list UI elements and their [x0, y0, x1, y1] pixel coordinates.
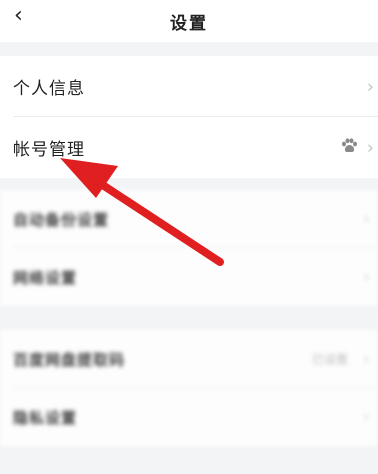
settings-item-account-management[interactable]: 帐号管理 ›	[0, 117, 378, 178]
chevron-right-icon: ›	[362, 348, 370, 370]
settings-item-label: 隐私设置	[13, 408, 78, 427]
chevron-right-icon: ›	[362, 208, 370, 230]
settings-item-label: 帐号管理	[13, 140, 85, 160]
settings-item-label: 网络设置	[13, 268, 78, 287]
settings-item-value: 已设置	[311, 352, 348, 367]
settings-item-label: 百度网盘提取码	[13, 350, 126, 369]
page-title: 设置	[170, 13, 208, 34]
paw-icon	[340, 137, 358, 158]
settings-section-privacy: 百度网盘提取码 已设置 › 隐私设置 ›	[0, 330, 378, 446]
settings-item-extract-code[interactable]: 百度网盘提取码 已设置 ›	[0, 330, 378, 388]
chevron-right-icon: ›	[362, 266, 370, 288]
settings-section-backup: 自动备份设置 › 网络设置 ›	[0, 190, 378, 306]
settings-item-personal-info[interactable]: 个人信息 ›	[0, 56, 378, 117]
back-arrow-icon[interactable]: ‹	[14, 3, 23, 29]
chevron-right-icon: ›	[366, 137, 374, 158]
settings-item-privacy[interactable]: 隐私设置 ›	[0, 388, 378, 446]
settings-item-network[interactable]: 网络设置 ›	[0, 248, 378, 306]
chevron-right-icon: ›	[362, 406, 370, 428]
top-bar: ‹ 设置	[0, 0, 378, 42]
settings-item-auto-backup[interactable]: 自动备份设置 ›	[0, 190, 378, 248]
chevron-right-icon: ›	[366, 76, 374, 97]
settings-item-label: 个人信息	[13, 79, 85, 99]
settings-item-label: 自动备份设置	[13, 210, 110, 229]
blurred-settings-area: 自动备份设置 › 网络设置 › 百度网盘提取码 已设置 › 隐私设置 ›	[0, 190, 378, 474]
settings-section-account: 个人信息 › 帐号管理 ›	[0, 56, 378, 178]
